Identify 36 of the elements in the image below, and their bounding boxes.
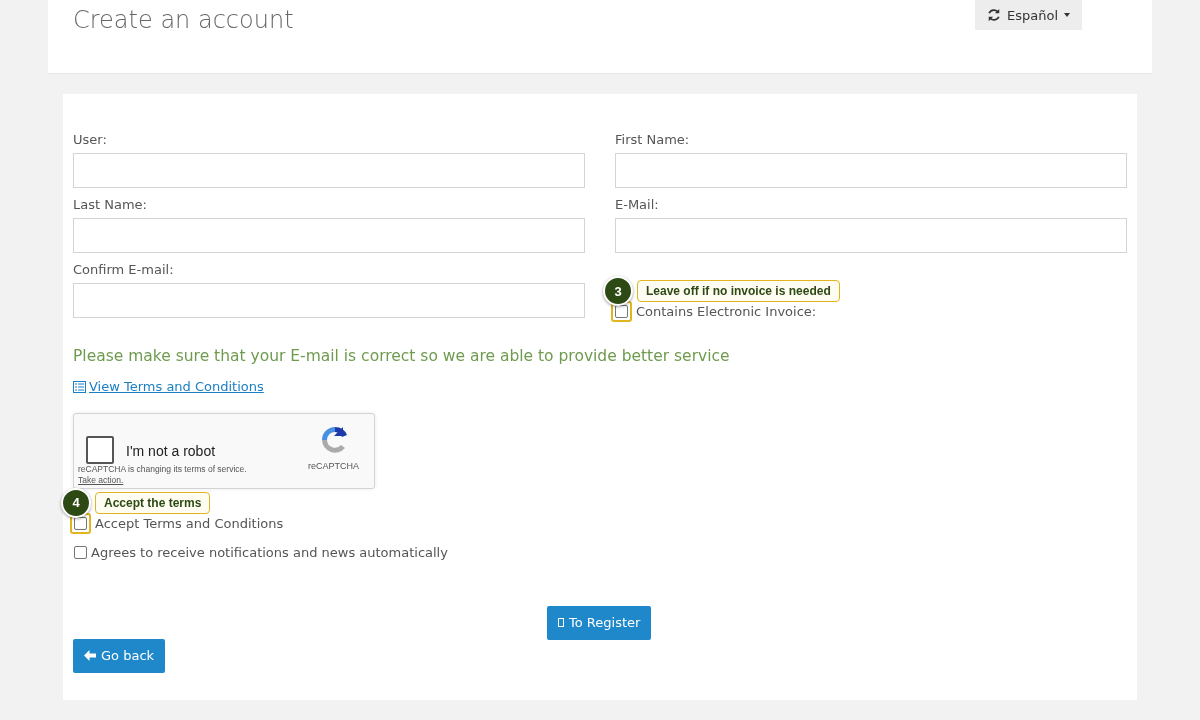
text-input[interactable] [73, 283, 585, 318]
page-title: Create an account [73, 6, 294, 34]
caret-icon [1064, 13, 1070, 17]
captcha-brand: reCAPTCHA [308, 460, 359, 471]
field-label: Confirm E-mail: [73, 262, 175, 277]
text-input[interactable] [73, 153, 585, 188]
checkbox-label: Accept Terms and Conditions [95, 515, 284, 531]
checkbox[interactable] [615, 305, 628, 318]
captcha-label: I'm not a robot [126, 442, 216, 459]
field-label: Last Name: [73, 197, 148, 212]
text-input[interactable] [615, 153, 1127, 188]
notice-text: Please make sure that your E-mail is correct so we are able to provide better service [73, 347, 731, 365]
list-icon [73, 380, 86, 393]
checkbox[interactable] [74, 516, 87, 530]
refresh-icon [987, 8, 1001, 22]
arrow-left-icon [84, 650, 96, 661]
step-number-badge: 4 [61, 487, 91, 518]
terms-link[interactable]: View Terms and Conditions [73, 379, 264, 394]
field-label: E-Mail: [615, 197, 660, 212]
checkbox-label: Contains Electronic Invoice: [636, 304, 817, 319]
field-label: First Name: [615, 132, 691, 147]
captcha-checkbox[interactable] [86, 435, 114, 464]
field-label: User: [73, 132, 108, 147]
captcha-notice: reCAPTCHA is changing its terms of service. [78, 463, 247, 474]
hint-tooltip: Accept the terms [95, 491, 211, 514]
text-input[interactable] [615, 218, 1127, 253]
take-action-link[interactable]: Take action. [78, 474, 124, 485]
go-back-button[interactable]: Go back [73, 638, 166, 673]
step-number-badge: 3 [603, 276, 633, 306]
language-dropdown[interactable]: Español [975, 0, 1082, 30]
checkbox-label: Agrees to receive notifications and news automatically [91, 544, 448, 560]
text-input[interactable] [73, 218, 585, 253]
checkbox[interactable] [74, 545, 87, 559]
hint-tooltip: Leave off if no invoice is needed [637, 280, 840, 302]
register-button[interactable]: To Register [547, 605, 652, 640]
missing-glyph-icon [558, 618, 564, 627]
